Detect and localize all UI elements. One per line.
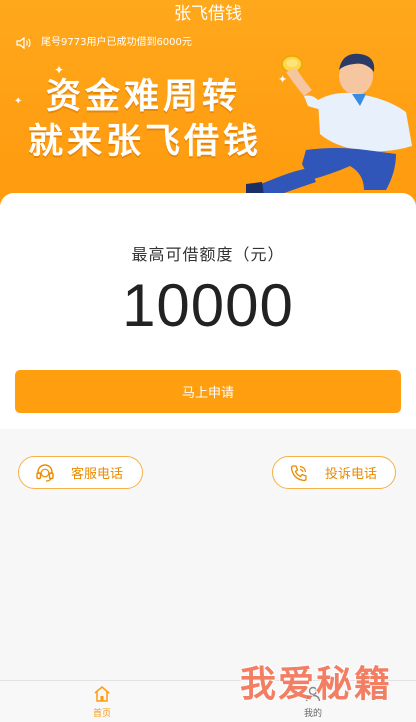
customer-service-label: 客服电话 xyxy=(71,467,124,482)
complaint-phone-label: 投诉电话 xyxy=(325,467,378,482)
phone-icon xyxy=(290,464,307,481)
quota-amount: 10000 xyxy=(122,272,294,339)
sparkle-icon: ✦ xyxy=(54,63,65,77)
home-icon xyxy=(94,686,110,702)
apply-now-button[interactable]: 马上申请 xyxy=(15,370,401,413)
headset-icon xyxy=(36,463,54,482)
sparkle-icon: ✦ xyxy=(14,96,23,107)
notice-text: 尾号9773用户已成功借到6000元 xyxy=(41,37,192,48)
tab-home[interactable]: 首页 xyxy=(72,685,132,719)
tab-home-label: 首页 xyxy=(92,709,111,719)
slogan-line-2: 就来张飞借钱 xyxy=(28,122,263,162)
quota-card: 最高可借额度（元） 10000 马上申请 xyxy=(0,193,416,429)
app-title: 张飞借钱 xyxy=(174,4,242,24)
man-with-coins-illustration xyxy=(246,53,412,200)
customer-service-button[interactable]: 客服电话 xyxy=(18,456,143,489)
watermark-text: 我爱秘籍 xyxy=(240,664,393,705)
notice-bar: 尾号9773用户已成功借到6000元 xyxy=(16,35,192,51)
complaint-phone-button[interactable]: 投诉电话 xyxy=(272,456,396,489)
tab-mine-label: 我的 xyxy=(303,709,322,719)
speaker-icon xyxy=(16,36,31,50)
slogan-line-1: 资金难周转 xyxy=(46,77,242,117)
quota-label: 最高可借额度（元） xyxy=(131,245,285,264)
apply-button-label: 马上申请 xyxy=(181,386,234,401)
